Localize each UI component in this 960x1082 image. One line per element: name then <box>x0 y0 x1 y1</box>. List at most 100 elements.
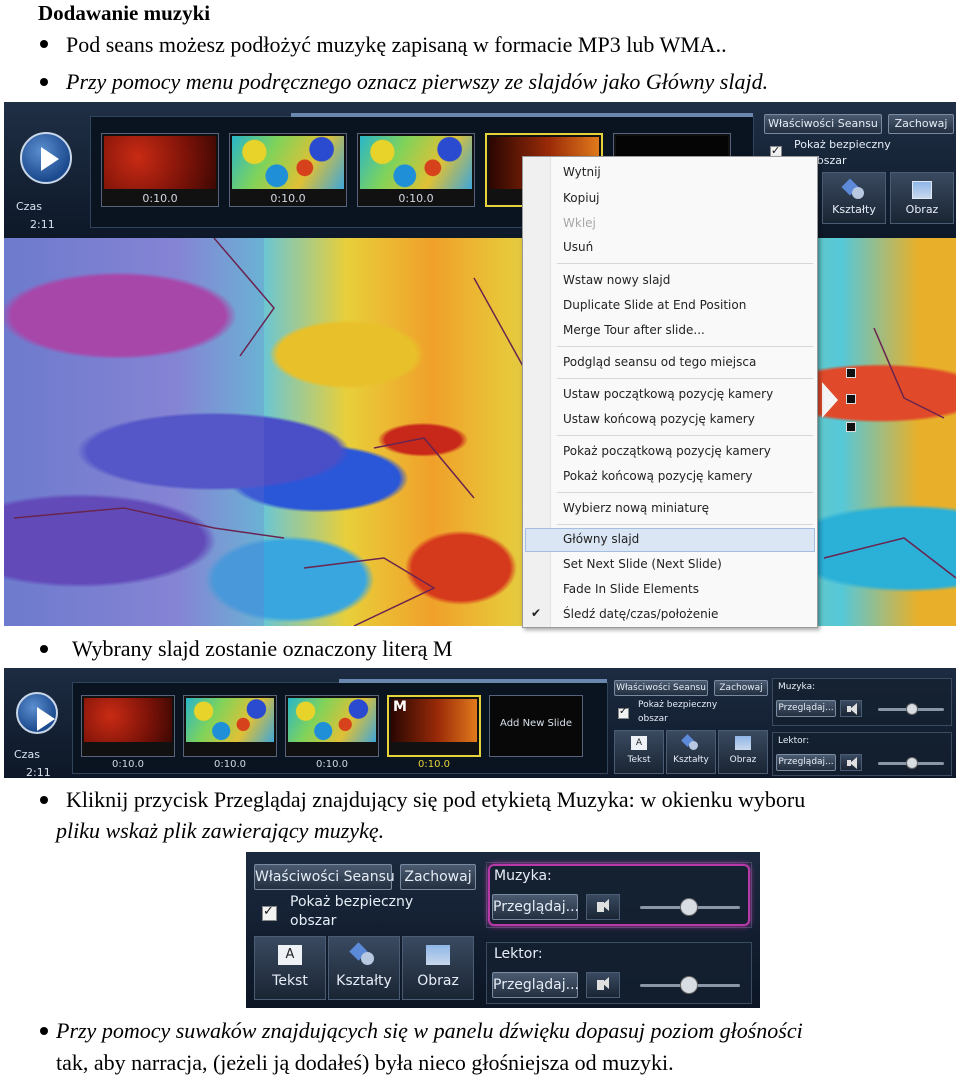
speaker-icon[interactable] <box>840 700 862 717</box>
shapes-icon <box>841 178 864 199</box>
camera-start-icon[interactable] <box>846 368 856 378</box>
duration-value: 2:11 <box>26 766 51 778</box>
play-icon[interactable] <box>16 692 58 734</box>
slide-duration: 0:10.0 <box>398 192 434 205</box>
line4a-text: Kliknij przycisk Przeglądaj znajdujący s… <box>66 787 806 812</box>
slide-duration: 0:10.0 <box>214 759 246 770</box>
slide-duration: 0:10.0 <box>142 192 178 205</box>
narrator-label: Lektor: <box>494 946 543 962</box>
shapes-icon <box>681 734 699 750</box>
menu-item-delete[interactable]: Usuń <box>563 240 593 254</box>
music-label: Muzyka: <box>494 868 552 884</box>
menu-separator <box>557 492 813 493</box>
image-label: Obraz <box>729 755 757 765</box>
next-slide-arrow-icon[interactable] <box>822 382 838 418</box>
music-label: Muzyka: <box>778 682 816 692</box>
paragraph-line-4b: pliku wskaż plik zawierający muzykę. <box>56 816 384 846</box>
text-tool-button[interactable]: A Tekst <box>254 936 326 1000</box>
narrator-browse-button[interactable]: Przeglądaj... <box>492 972 579 998</box>
menu-item-insert-new-slide[interactable]: Wstaw nowy slajd <box>563 273 670 287</box>
narrator-browse-button[interactable]: Przeglądaj... <box>776 754 836 771</box>
slide-thumbnail[interactable]: 0:10.0 <box>357 133 475 207</box>
paragraph-line-3: Wybrany slajd zostanie oznaczony literą … <box>72 634 452 664</box>
image-label: Obraz <box>905 203 939 216</box>
line5b-text: tak, aby narracja, (jeżeli ją dodałeś) b… <box>56 1050 674 1075</box>
slide-thumbnail[interactable] <box>81 695 175 757</box>
tour-properties-button[interactable]: Właściwości Seansu <box>254 864 395 890</box>
section-heading: Dodawanie muzyki <box>38 1 211 25</box>
selected-slide-duration: 0:10.0 <box>418 759 450 770</box>
play-icon[interactable] <box>20 132 72 184</box>
paragraph-line-1: Pod seans możesz podłożyć muzykę zapisan… <box>66 30 727 60</box>
menu-item-fade-in[interactable]: Fade In Slide Elements <box>563 582 699 596</box>
speaker-icon[interactable] <box>840 754 862 771</box>
save-button[interactable]: Zachowaj <box>714 680 768 696</box>
menu-item-set-start-camera[interactable]: Ustaw początkową pozycję kamery <box>563 387 773 401</box>
safe-area-label: Pokaż bezpieczny <box>638 700 718 710</box>
thumbnail-image <box>288 698 376 743</box>
paragraph-line-2: Przy pomocy menu podręcznego oznacz pier… <box>66 67 768 97</box>
menu-item-duplicate-slide[interactable]: Duplicate Slide at End Position <box>563 298 746 312</box>
slide-thumbnail[interactable] <box>183 695 277 757</box>
save-button[interactable]: Zachowaj <box>888 114 954 134</box>
text-icon: A <box>278 945 302 965</box>
menu-item-merge-tour[interactable]: Merge Tour after slide... <box>563 323 705 337</box>
shapes-tool-button[interactable]: Kształty <box>328 936 400 1000</box>
camera-middle-icon[interactable] <box>846 394 856 404</box>
menu-item-show-start-camera[interactable]: Pokaż początkową pozycję kamery <box>563 444 771 458</box>
shapes-tool-button[interactable]: Kształty <box>666 730 716 774</box>
line2-text: Przy pomocy menu podręcznego oznacz pier… <box>66 69 769 94</box>
image-tool-button[interactable]: Obraz <box>890 172 954 224</box>
slide-thumbnail[interactable]: 0:10.0 <box>229 133 347 207</box>
menu-item-cut[interactable]: Wytnij <box>563 165 601 179</box>
image-tool-button[interactable]: Obraz <box>718 730 768 774</box>
menu-item-preview-from-here[interactable]: Podgląd seansu od tego miejsca <box>563 355 756 369</box>
add-new-slide-button[interactable]: Add New Slide <box>489 695 583 757</box>
safe-area-label-2: obszar <box>638 714 668 724</box>
thumbnail-image <box>360 136 472 190</box>
menu-item-set-end-camera[interactable]: Ustaw końcową pozycję kamery <box>563 412 755 426</box>
thumbnail-image <box>84 698 172 743</box>
music-volume-knob[interactable] <box>906 703 918 715</box>
menu-item-master-slide[interactable]: Główny slajd <box>563 532 639 546</box>
master-slide-thumbnail[interactable]: M <box>387 695 481 757</box>
save-button[interactable]: Zachowaj <box>400 864 476 890</box>
slide-duration: 0:10.0 <box>270 192 306 205</box>
menu-gutter <box>523 157 551 627</box>
tour-properties-button[interactable]: Właściwości Seansu <box>764 114 882 134</box>
music-browse-button[interactable]: Przeglądaj... <box>776 700 836 717</box>
add-new-slide-label: Add New Slide <box>500 718 572 729</box>
narrator-volume-knob[interactable] <box>680 976 698 994</box>
strip-scrollbar[interactable] <box>291 113 753 117</box>
checkbox-icon[interactable] <box>262 904 277 921</box>
music-volume-knob[interactable] <box>680 898 698 916</box>
strip-scrollbar[interactable] <box>339 679 607 683</box>
menu-item-track-datetime[interactable]: Śledź datę/czas/położenie <box>563 607 718 621</box>
menu-separator <box>557 435 813 436</box>
camera-end-icon[interactable] <box>846 422 856 432</box>
music-browse-button[interactable]: Przeglądaj... <box>492 894 579 920</box>
menu-item-paste[interactable]: Wklej <box>563 216 596 230</box>
menu-item-set-next-slide[interactable]: Set Next Slide (Next Slide) <box>563 557 722 571</box>
menu-separator <box>557 346 813 347</box>
narrator-volume-knob[interactable] <box>906 757 918 769</box>
speaker-icon[interactable] <box>586 894 620 920</box>
text-tool-button[interactable]: A Tekst <box>614 730 664 774</box>
image-label: Obraz <box>417 973 459 989</box>
safe-area-label: Pokaż bezpieczny <box>794 138 891 151</box>
menu-item-copy[interactable]: Kopiuj <box>563 191 600 205</box>
shapes-tool-button[interactable]: Kształty <box>822 172 886 224</box>
menu-item-show-end-camera[interactable]: Pokaż końcową pozycję kamery <box>563 469 752 483</box>
speaker-icon[interactable] <box>586 972 620 998</box>
slide-thumbnail[interactable] <box>285 695 379 757</box>
context-menu: Wytnij Kopiuj Wklej Usuń Wstaw nowy slaj… <box>522 156 818 628</box>
image-tool-button[interactable]: Obraz <box>402 936 474 1000</box>
checkbox-icon[interactable] <box>618 706 629 719</box>
tour-properties-button[interactable]: Właściwości Seansu <box>614 680 708 696</box>
menu-item-choose-thumbnail[interactable]: Wybierz nową miniaturę <box>563 501 709 515</box>
bullet-icon <box>40 40 48 48</box>
text-icon: A <box>631 736 647 750</box>
image-icon <box>912 181 932 199</box>
slide-thumbnail[interactable]: 0:10.0 <box>101 133 219 207</box>
safe-area-label: Pokaż bezpieczny <box>290 894 414 910</box>
